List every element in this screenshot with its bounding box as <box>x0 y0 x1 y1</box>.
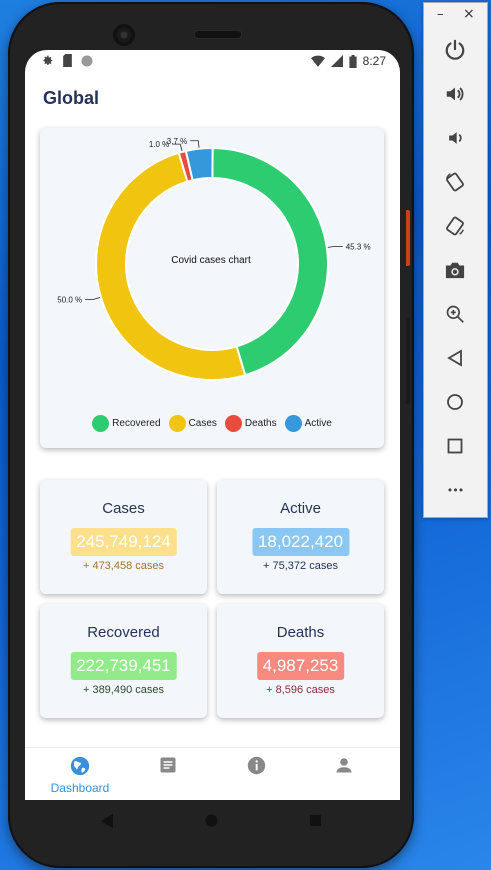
overview-nav-button[interactable] <box>442 433 468 459</box>
stat-value-cases: 245,749,124 <box>70 528 177 556</box>
legend-item-deaths[interactable]: Deaths <box>224 415 277 432</box>
zoom-button[interactable] <box>442 301 468 327</box>
person-icon <box>336 758 352 773</box>
status-bar: 8:27 <box>25 50 400 72</box>
nav-info[interactable] <box>209 756 303 778</box>
stat-title-active: Active <box>280 500 321 517</box>
nav-profile[interactable] <box>297 756 391 777</box>
power-side-button <box>406 210 410 266</box>
rotate-right-icon <box>446 216 464 236</box>
stat-title-cases: Cases <box>102 500 145 517</box>
stat-value-active: 18,022,420 <box>251 528 350 556</box>
leader-line-recovered <box>327 245 343 248</box>
volume-down-icon <box>449 132 462 144</box>
sd-card-icon <box>63 54 72 67</box>
zoom-in-icon <box>446 305 464 323</box>
slice-label-active: 3.7 % <box>167 137 187 146</box>
volume-up-icon <box>446 87 464 101</box>
legend-item-cases[interactable]: Cases <box>168 415 217 432</box>
stat-title-recovered: Recovered <box>87 624 160 641</box>
power-icon <box>445 39 465 60</box>
globe-icon <box>70 756 90 776</box>
donut-chart: Covid cases chart 45.3 %50.0 %1.0 %3.7 % <box>57 137 371 381</box>
chart-card: Covid cases chart 45.3 % 50.0 % 1.0 % 3.7 %… <box>40 128 384 448</box>
chart-center-title: Covid cases chart <box>171 255 251 266</box>
stat-card-active[interactable]: Active 18,022,420 + 75,372 cases <box>217 480 384 594</box>
chart-legend: Recovered Cases Deaths Active <box>40 415 384 432</box>
wifi-icon <box>310 55 325 67</box>
volume-side-button <box>406 318 410 404</box>
stat-value-deaths: 4,987,253 <box>256 652 345 680</box>
legend-item-recovered[interactable]: Recovered <box>92 415 161 432</box>
system-navigation-bar <box>25 800 400 840</box>
front-camera <box>113 24 135 46</box>
screenshot-button[interactable] <box>442 257 468 283</box>
close-button[interactable]: × <box>463 6 475 22</box>
leader-line-cases <box>85 297 101 300</box>
recents-icon[interactable] <box>310 815 321 826</box>
legend-dot-cases <box>168 415 186 432</box>
settings-icon <box>43 55 53 65</box>
home-icon[interactable] <box>205 814 218 827</box>
circle-home-icon <box>447 394 463 410</box>
sync-circle-icon <box>81 55 93 66</box>
article-icon <box>160 757 176 773</box>
minimize-button[interactable]: – <box>437 7 444 22</box>
more-button[interactable]: ••• <box>442 477 468 503</box>
legend-dot-deaths <box>224 415 242 432</box>
square-overview-icon <box>447 438 463 454</box>
slice-label-cases: 50.0 % <box>57 295 82 304</box>
leader-line-active <box>190 140 200 148</box>
volume-up-button[interactable] <box>442 81 468 107</box>
nav-news[interactable] <box>121 756 215 777</box>
power-button[interactable] <box>442 37 468 63</box>
legend-label-active: Active <box>304 418 332 429</box>
volume-down-button[interactable] <box>442 125 468 151</box>
stat-title-deaths: Deaths <box>276 624 325 641</box>
legend-label-deaths: Deaths <box>244 418 277 429</box>
battery-icon <box>349 54 357 68</box>
page-title: Global <box>43 88 100 108</box>
legend-dot-recovered <box>92 415 110 432</box>
signal-icon <box>330 55 343 67</box>
nav-dashboard-label: Dashboard <box>50 781 110 795</box>
stat-card-deaths[interactable]: Deaths 4,987,253 + 8,596 cases <box>217 604 384 718</box>
info-icon <box>247 756 265 775</box>
back-icon[interactable] <box>101 814 113 828</box>
legend-dot-active <box>284 415 302 432</box>
bottom-navigation: Dashboard <box>25 747 400 800</box>
back-nav-button[interactable] <box>442 345 468 371</box>
stat-value-recovered: 222,739,451 <box>70 652 177 680</box>
legend-label-cases: Cases <box>188 418 217 429</box>
slice-cases[interactable] <box>95 151 247 381</box>
triangle-back-icon <box>447 349 462 367</box>
rotate-left-button[interactable] <box>442 169 468 195</box>
stat-delta-active: + 75,372 cases <box>263 560 338 572</box>
camera-icon <box>445 262 465 279</box>
home-nav-button[interactable] <box>442 389 468 415</box>
earpiece-speaker <box>194 30 242 39</box>
stat-delta-deaths: + 8,596 cases <box>266 684 335 696</box>
app-screen: 8:27 Global Covid cases chart 45.3 % 50.0… <box>25 50 400 800</box>
slice-label-recovered: 45.3 % <box>346 242 371 251</box>
rotate-left-icon <box>446 172 464 192</box>
emulator-toolbar: – × ••• <box>423 2 488 518</box>
stat-delta-recovered: + 389,490 cases <box>82 684 165 696</box>
status-time: 8:27 <box>362 54 386 68</box>
stat-card-cases[interactable]: Cases 245,749,124 + 473,458 cases <box>40 480 207 594</box>
stat-card-recovered[interactable]: Recovered 222,739,451 + 389,490 cases <box>40 604 207 718</box>
stat-delta-cases: + 473,458 cases <box>82 560 165 572</box>
nav-dashboard[interactable]: Dashboard <box>33 756 127 795</box>
legend-item-active[interactable]: Active <box>284 415 332 432</box>
rotate-right-button[interactable] <box>442 213 468 239</box>
legend-label-recovered: Recovered <box>112 418 161 429</box>
